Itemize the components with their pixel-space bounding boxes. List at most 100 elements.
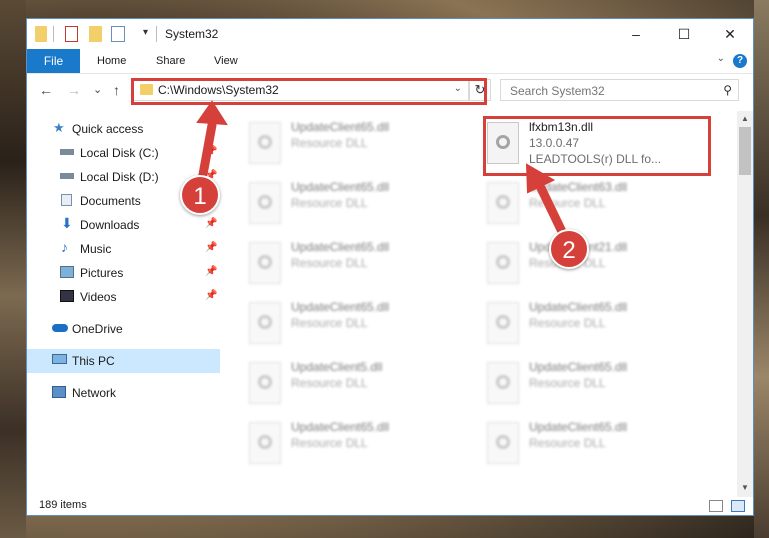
chevron-down-icon[interactable]: ▾: [143, 27, 148, 43]
step-1-badge: 1: [180, 175, 220, 215]
sidebar-item-this-pc[interactable]: This PC: [27, 349, 220, 373]
pc-icon: [52, 354, 67, 364]
scroll-thumb[interactable]: [739, 127, 751, 175]
list-item[interactable]: UpdateClient65.dll Resource DLL: [245, 418, 455, 473]
cloud-icon: [52, 324, 68, 332]
sidebar-item-quick-access[interactable]: ★ Quick access: [27, 117, 220, 141]
sidebar-item-label: Videos: [80, 290, 117, 304]
ribbon: File Home Share View ⌄ ?: [27, 49, 753, 74]
dll-file-icon: [487, 182, 519, 224]
dll-file-icon: [249, 302, 281, 344]
close-button[interactable]: ✕: [707, 19, 753, 49]
drive-icon: [60, 149, 74, 155]
pictures-icon: [60, 266, 74, 278]
sidebar-item-onedrive[interactable]: OneDrive: [27, 317, 220, 341]
search-box[interactable]: ⚲: [500, 79, 739, 101]
list-item[interactable]: UpdateClient65.dll Resource DLL: [483, 358, 693, 413]
list-item[interactable]: UpdateClient65.dll Resource DLL: [245, 178, 455, 233]
list-item[interactable]: UpdateClient65.dll Resource DLL: [483, 418, 693, 473]
downloads-icon: ⬇: [61, 215, 73, 231]
list-item[interactable]: UpdateClient65.dll Resource DLL: [245, 298, 455, 353]
customize-toolbar-icon[interactable]: [111, 26, 125, 42]
pin-icon[interactable]: 📌: [205, 242, 217, 253]
file-name: UpdateClient65.dll: [291, 300, 390, 314]
back-button[interactable]: ←: [39, 82, 53, 98]
pin-icon[interactable]: 📌: [205, 266, 217, 277]
pin-icon[interactable]: 📌: [205, 146, 217, 157]
dll-file-icon: [249, 422, 281, 464]
title-bar: ▾ System32 – ☐ ✕: [27, 19, 753, 49]
large-icons-view-icon[interactable]: [731, 500, 745, 512]
up-button[interactable]: ↑: [113, 82, 120, 98]
sidebar-item-music[interactable]: ♪ Music 📌: [27, 237, 220, 261]
desktop-background-right: [754, 0, 769, 538]
sidebar-item-label: Music: [80, 242, 112, 256]
file-type: Resource DLL: [529, 436, 606, 450]
maximize-button[interactable]: ☐: [661, 19, 707, 49]
file-name: UpdateClient65.dll: [291, 420, 390, 434]
file-name: UpdateClient65.dll: [529, 300, 628, 314]
file-name: UpdateClient65.dll: [291, 240, 390, 254]
details-view-icon[interactable]: [709, 500, 723, 512]
file-type: Resource DLL: [291, 136, 368, 150]
dll-file-icon: [487, 362, 519, 404]
videos-icon: [60, 290, 74, 302]
list-item[interactable]: UpdateClient63.dll Resource DLL: [483, 178, 693, 233]
window-title: System32: [165, 27, 219, 41]
desktop-background-left: [0, 0, 26, 538]
sidebar-item-label: Local Disk (C:): [80, 146, 159, 160]
dll-file-icon: [487, 302, 519, 344]
file-type: Resource DLL: [291, 196, 368, 210]
documents-icon: [61, 194, 72, 206]
recent-locations-button[interactable]: ⌄: [93, 83, 102, 96]
music-icon: ♪: [61, 239, 68, 255]
list-item[interactable]: UpdateClient65.dll Resource DLL: [245, 118, 455, 173]
file-name: UpdateClient65.dll: [291, 180, 390, 194]
new-folder-icon[interactable]: [89, 26, 102, 42]
file-highlight: [483, 116, 711, 176]
folder-icon: [35, 26, 47, 42]
dll-file-icon: [249, 182, 281, 224]
status-bar: 189 items: [27, 497, 753, 517]
file-type: Resource DLL: [291, 376, 368, 390]
list-item[interactable]: UpdateClient65.dll Resource DLL: [483, 298, 693, 353]
minimize-button[interactable]: –: [613, 19, 659, 49]
scroll-down-icon[interactable]: ▼: [741, 483, 749, 492]
properties-icon[interactable]: [65, 26, 78, 42]
pin-icon[interactable]: 📌: [205, 290, 217, 301]
sidebar-item-downloads[interactable]: ⬇ Downloads 📌: [27, 213, 220, 237]
network-icon: [52, 386, 66, 398]
sidebar-item-label: Local Disk (D:): [80, 170, 159, 184]
dll-file-icon: [249, 242, 281, 284]
tab-home[interactable]: Home: [97, 49, 126, 73]
help-icon[interactable]: ?: [733, 54, 747, 68]
tab-view[interactable]: View: [214, 49, 238, 73]
pin-icon[interactable]: 📌: [205, 218, 217, 229]
search-icon[interactable]: ⚲: [723, 83, 732, 97]
file-type: Resource DLL: [291, 316, 368, 330]
scroll-up-icon[interactable]: ▲: [741, 114, 749, 123]
separator: [53, 26, 54, 42]
list-item[interactable]: UpdateClient65.dll Resource DLL: [245, 238, 455, 293]
dll-file-icon: [487, 242, 519, 284]
sidebar-item-label: Quick access: [72, 122, 144, 136]
vertical-scrollbar[interactable]: ▲ ▼: [737, 111, 753, 497]
forward-button[interactable]: →: [67, 82, 81, 98]
sidebar-item-local-disk-c[interactable]: Local Disk (C:) 📌: [27, 141, 220, 165]
dll-file-icon: [249, 122, 281, 164]
expand-ribbon-icon[interactable]: ⌄: [717, 53, 725, 64]
sidebar-item-label: Downloads: [80, 218, 140, 232]
search-input[interactable]: [508, 81, 712, 101]
sidebar-item-label: Pictures: [80, 266, 124, 280]
tab-share[interactable]: Share: [156, 49, 185, 73]
file-name: UpdateClient65.dll: [291, 120, 390, 134]
sidebar-item-videos[interactable]: Videos 📌: [27, 285, 220, 309]
separator: [156, 26, 157, 42]
sidebar-item-pictures[interactable]: Pictures 📌: [27, 261, 220, 285]
dll-file-icon: [487, 422, 519, 464]
dll-file-icon: [249, 362, 281, 404]
sidebar-item-label: Network: [72, 386, 117, 400]
sidebar-item-network[interactable]: Network: [27, 381, 220, 405]
list-item[interactable]: UpdateClient5.dll Resource DLL: [245, 358, 455, 413]
tab-file[interactable]: File: [27, 49, 80, 73]
